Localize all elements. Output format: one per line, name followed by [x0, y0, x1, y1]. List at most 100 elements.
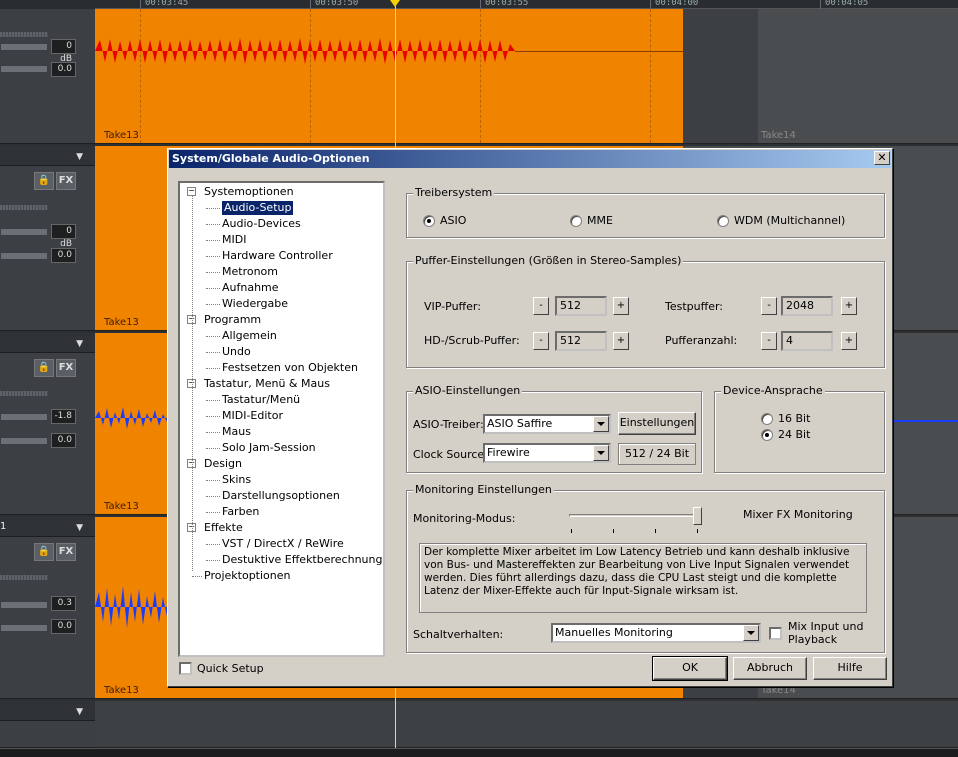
tree-item[interactable]: Audio-Setup — [222, 201, 294, 215]
pan-slider[interactable] — [0, 252, 48, 260]
volume-slider[interactable] — [0, 601, 48, 609]
hd-plus-button[interactable]: + — [613, 332, 629, 350]
tree-item[interactable]: Audio-Devices — [222, 217, 301, 231]
hilfe-button[interactable]: Hilfe — [813, 657, 887, 680]
tree-item[interactable]: Farben — [222, 505, 259, 519]
track-header: ▼ — [0, 701, 95, 748]
pan-slider[interactable] — [0, 624, 48, 632]
chevron-down-icon[interactable]: ▼ — [76, 339, 83, 349]
tree-item[interactable]: Aufnahme — [222, 281, 279, 295]
pan-slider[interactable] — [0, 437, 48, 445]
monitoring-slider-thumb[interactable] — [693, 507, 702, 525]
bit24-radio[interactable] — [761, 429, 773, 441]
tree-item[interactable]: Metronom — [222, 265, 278, 279]
mix-input-checkbox[interactable] — [769, 627, 782, 640]
tree-category[interactable]: Systemoptionen — [204, 185, 294, 199]
wdm-radio[interactable] — [717, 215, 729, 227]
lock-icon[interactable]: 🔒 — [34, 543, 54, 561]
einstellungen-button[interactable]: Einstellungen — [618, 412, 696, 435]
fx-button[interactable]: FX — [56, 172, 76, 190]
puffer-group: Puffer-Einstellungen (Größen in Stereo-S… — [406, 254, 885, 368]
tree-category[interactable]: Projektoptionen — [204, 569, 290, 583]
mme-label: MME — [587, 214, 613, 227]
volume-value[interactable]: -1.8 — [51, 409, 76, 424]
tree-item[interactable]: VST / DirectX / ReWire — [222, 537, 344, 551]
track-lane[interactable] — [95, 701, 958, 748]
chevron-down-icon[interactable] — [593, 416, 609, 432]
tree-item[interactable]: MIDI-Editor — [222, 409, 283, 423]
pan-value[interactable]: 0.0 — [51, 619, 76, 634]
hd-field[interactable]: 512 — [555, 331, 607, 351]
track-lane[interactable]: Take13 Take14 — [95, 9, 958, 144]
pan-value[interactable]: 0.0 — [51, 248, 76, 263]
tree-category[interactable]: Programm — [204, 313, 261, 327]
tree-item[interactable]: Hardware Controller — [222, 249, 333, 263]
fx-button[interactable]: FX — [56, 543, 76, 561]
pan-value[interactable]: 0.0 — [51, 62, 76, 77]
abbruch-button[interactable]: Abbruch — [733, 657, 807, 680]
quick-setup-checkbox[interactable] — [179, 662, 192, 675]
tree-item[interactable]: Skins — [222, 473, 251, 487]
ok-button[interactable]: OK — [652, 656, 728, 681]
volume-slider[interactable] — [0, 43, 48, 51]
tree-item[interactable]: MIDI — [222, 233, 246, 247]
test-minus-button[interactable]: - — [761, 297, 777, 315]
tree-item[interactable]: Festsetzen von Objekten — [222, 361, 358, 375]
track-header: 1 ▼ 🔒 FX 0.3 0.0 — [0, 517, 95, 699]
anzahl-minus-button[interactable]: - — [761, 332, 777, 350]
pan-value[interactable]: 0.0 — [51, 433, 76, 448]
playhead-marker-icon[interactable] — [390, 0, 400, 7]
asio-driver-select[interactable]: ASIO Saffire — [483, 414, 611, 434]
fx-button[interactable]: FX — [56, 359, 76, 377]
tree-item[interactable]: Destuktive Effektberechnung — [222, 553, 382, 567]
chevron-down-icon[interactable] — [593, 445, 609, 461]
schaltverhalten-select[interactable]: Manuelles Monitoring — [551, 623, 761, 643]
track-header: 0 dB 0.0 — [0, 9, 95, 144]
mme-radio[interactable] — [570, 215, 582, 227]
asio-radio[interactable] — [423, 215, 435, 227]
schaltverhalten-label: Schaltverhalten: — [413, 628, 504, 641]
test-plus-button[interactable]: + — [841, 297, 857, 315]
chevron-down-icon[interactable]: ▼ — [76, 152, 83, 162]
chevron-down-icon[interactable]: ▼ — [76, 523, 83, 533]
tree-item[interactable]: Tastatur/Menü — [222, 393, 300, 407]
hd-minus-button[interactable]: - — [533, 332, 549, 350]
chevron-down-icon[interactable]: ▼ — [76, 707, 83, 717]
vip-field[interactable]: 512 — [555, 296, 607, 316]
options-tree[interactable]: Systemoptionen − Audio-Setup Audio-Devices M… — [178, 181, 385, 657]
chevron-down-icon[interactable] — [743, 625, 759, 641]
audio-clip[interactable]: Take13 — [95, 9, 683, 143]
lock-icon[interactable]: 🔒 — [34, 359, 54, 377]
audio-options-dialog: System/Globale Audio-Optionen ✕ Systemop… — [167, 148, 893, 687]
empty-region — [683, 9, 758, 143]
tree-item[interactable]: Wiedergabe — [222, 297, 288, 311]
tree-item[interactable]: Solo Jam-Session — [222, 441, 316, 455]
volume-value[interactable]: 0.3 — [51, 596, 76, 611]
test-field[interactable]: 2048 — [781, 296, 833, 316]
tree-category[interactable]: Design — [204, 457, 242, 471]
tree-item[interactable]: Allgemein — [222, 329, 277, 343]
vip-minus-button[interactable]: - — [533, 297, 549, 315]
clock-source-select[interactable]: Firewire — [483, 443, 611, 463]
volume-slider[interactable] — [0, 228, 48, 236]
tree-item[interactable]: Undo — [222, 345, 251, 359]
anzahl-field[interactable]: 4 — [781, 331, 833, 351]
daw-workspace: 00:03:45 00:03:50 00:03:55 00:04:00 00:0… — [0, 0, 958, 757]
volume-value[interactable]: 0 dB — [51, 224, 76, 249]
volume-slider[interactable] — [0, 413, 48, 421]
tree-category[interactable]: Effekte — [204, 521, 243, 535]
waveform — [95, 38, 515, 64]
monitoring-slider[interactable] — [569, 514, 701, 517]
monitoring-description: Der komplette Mixer arbeitet im Low Late… — [419, 543, 867, 613]
timeline-ruler[interactable]: 00:03:45 00:03:50 00:03:55 00:04:00 00:0… — [95, 0, 958, 9]
tree-item[interactable]: Maus — [222, 425, 251, 439]
tree-category[interactable]: Tastatur, Menü & Maus — [204, 377, 330, 391]
vip-plus-button[interactable]: + — [613, 297, 629, 315]
anzahl-plus-button[interactable]: + — [841, 332, 857, 350]
tree-item[interactable]: Darstellungsoptionen — [222, 489, 340, 503]
close-button[interactable]: ✕ — [874, 151, 890, 165]
pan-slider[interactable] — [0, 65, 48, 73]
bit16-radio[interactable] — [761, 413, 773, 425]
lock-icon[interactable]: 🔒 — [34, 172, 54, 190]
volume-value[interactable]: 0 dB — [51, 39, 76, 64]
